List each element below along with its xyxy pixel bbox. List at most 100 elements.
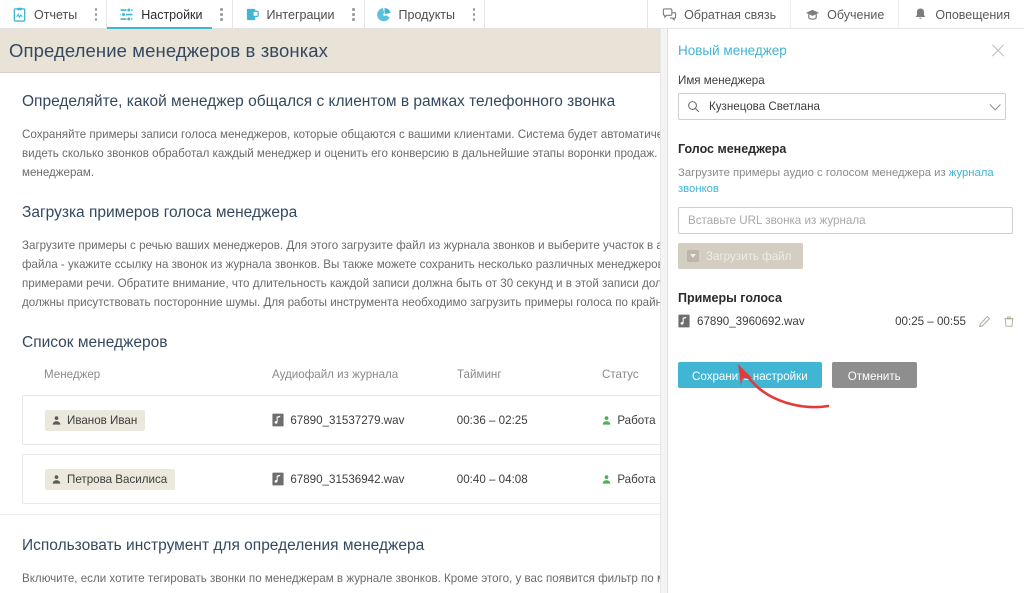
top-tab-bar: Отчеты Настройки Интеграции Продукты Обр…: [0, 0, 1024, 29]
audio-file-name: 67890_31536942.wav: [290, 472, 405, 486]
download-arrow-icon: [687, 250, 699, 262]
audio-file-name: 67890_31537279.wav: [290, 413, 405, 427]
page-title: Определение менеджеров в звонках: [9, 39, 329, 61]
clipboard-report-icon: [13, 7, 26, 22]
column-header-manager: Менеджер: [44, 368, 101, 381]
delete-trash-icon[interactable]: [1003, 315, 1015, 328]
edit-pencil-icon[interactable]: [978, 315, 991, 328]
voice-sample-time: 00:25 – 00:55: [895, 314, 966, 328]
feedback-icon: [662, 8, 677, 22]
table-row[interactable]: Иванов Иван 67890_31537279.wav 00:36 – 0…: [22, 395, 660, 445]
cancel-label: Отменить: [847, 369, 901, 383]
tab-integracii[interactable]: Интеграции: [233, 0, 344, 29]
upload-file-label: Загрузить файл: [706, 249, 792, 263]
sliders-settings-icon: [120, 7, 133, 22]
panel-title: Новый менеджер: [678, 43, 787, 58]
tab-label: Отчеты: [34, 7, 78, 22]
cell-audiofile: 67890_31537279.wav: [272, 413, 456, 427]
column-header-status: Статус: [602, 368, 639, 381]
bell-icon: [916, 8, 926, 19]
utility-tab-label: Обратная связь: [684, 7, 777, 22]
audio-file-icon: [272, 472, 284, 486]
tab-menu-produkty[interactable]: [464, 0, 484, 29]
panel-action-buttons: Сохранить настройки Отменить: [678, 362, 1006, 388]
app-root: Отчеты Настройки Интеграции Продукты Обр…: [0, 0, 1024, 593]
voice-sample-row: 67890_3960692.wav 00:25 – 00:55: [678, 314, 1015, 328]
utility-tab-training[interactable]: Обучение: [791, 0, 900, 29]
utility-tab-label: Обучение: [827, 7, 885, 22]
cell-status: Работа: [601, 414, 660, 427]
manager-name-select[interactable]: Кузнецова Светлана: [678, 93, 1006, 120]
tool-text: Включите, если хотите тегировать звонки …: [22, 572, 660, 585]
utility-tab-label: Оповещения: [935, 7, 1010, 22]
column-header-audiofile: Аудиофайл из журнала: [272, 368, 399, 381]
utility-tab-notifications[interactable]: Оповещения: [899, 0, 1024, 29]
tab-otchety[interactable]: Отчеты: [0, 0, 86, 29]
tab-menu-nastroyki[interactable]: [212, 0, 232, 29]
tab-label: Настройки: [141, 7, 203, 22]
tab-menu-otchety[interactable]: [86, 0, 106, 29]
manager-chip[interactable]: Иванов Иван: [45, 409, 146, 431]
pie-products-icon: [376, 7, 391, 22]
cell-timing: 00:40 – 04:08: [457, 473, 602, 486]
person-icon: [52, 415, 61, 425]
cell-status: Работа: [601, 473, 660, 486]
status-person-icon: [603, 415, 611, 425]
table-row[interactable]: Петрова Василиса 67890_31536942.wav 00:4…: [22, 454, 660, 504]
close-icon[interactable]: [990, 42, 1006, 58]
manager-name: Петрова Василиса: [67, 472, 168, 486]
cancel-button[interactable]: Отменить: [831, 362, 917, 388]
tab-label: Продукты: [398, 7, 456, 22]
panel-header: Новый менеджер: [678, 43, 1006, 58]
status-badge: Работа: [617, 413, 656, 427]
timing-value: 00:36 – 02:25: [456, 413, 528, 427]
utility-tabs: Обратная связь Обучение Оповещения: [647, 0, 1024, 29]
manager-name: Иванов Иван: [67, 413, 138, 427]
tab-produkty[interactable]: Продукты: [365, 0, 464, 29]
voice-sample-name: 67890_3960692.wav: [697, 314, 805, 328]
manager-chip[interactable]: Петрова Василиса: [45, 468, 176, 490]
cell-manager: Петрова Василиса: [23, 468, 272, 490]
manager-name-value: Кузнецова Светлана: [709, 100, 820, 113]
cell-manager: Иванов Иван: [23, 409, 272, 431]
new-manager-panel: Новый менеджер Имя менеджера Кузнецова С…: [668, 29, 1024, 593]
search-icon: [688, 101, 700, 113]
primary-tabs: Отчеты Настройки Интеграции Продукты: [0, 0, 486, 29]
page-header-band: Определение менеджеров в звонках: [0, 29, 660, 73]
tool-heading: Использовать инструмент для определения …: [22, 537, 425, 554]
save-settings-label: Сохранить настройки: [692, 369, 808, 383]
upload-text: Загрузите примеры с речью ваших менеджер…: [22, 239, 660, 309]
samples-heading: Примеры голоса: [678, 291, 782, 305]
tab-divider: [484, 0, 486, 28]
puzzle-integration-icon: [246, 8, 259, 21]
main-content: Определение менеджеров в звонках Определ…: [0, 29, 660, 593]
timing-value: 00:40 – 04:08: [456, 472, 528, 486]
list-heading: Список менеджеров: [22, 334, 168, 351]
chevron-down-icon: [989, 98, 1001, 111]
intro-text: Сохраняйте примеры записи голоса менедже…: [22, 128, 660, 179]
status-person-icon: [603, 474, 611, 484]
tab-label: Интеграции: [266, 7, 335, 22]
save-settings-button[interactable]: Сохранить настройки: [678, 362, 822, 388]
call-url-input[interactable]: Вставьте URL звонка из журнала: [678, 207, 1013, 234]
panel-divider-strip: [660, 29, 668, 593]
voice-heading: Голос менеджера: [678, 142, 787, 156]
upload-heading: Загрузка примеров голоса менеджера: [22, 204, 298, 221]
voice-hint-text: Загрузите примеры аудио с голосом менедж…: [678, 167, 949, 179]
utility-tab-feedback[interactable]: Обратная связь: [648, 0, 792, 29]
status-badge: Работа: [617, 472, 656, 486]
voice-hint: Загрузите примеры аудио с голосом менедж…: [678, 165, 1003, 197]
table-header-row: Менеджер Аудиофайл из журнала Тайминг Ст…: [22, 368, 660, 395]
intro-heading: Определяйте, какой менеджер общался с кл…: [22, 93, 616, 110]
upload-file-button[interactable]: Загрузить файл: [678, 243, 804, 269]
cell-timing: 00:36 – 02:25: [457, 414, 602, 427]
column-header-timing: Тайминг: [457, 368, 502, 381]
person-icon: [52, 474, 61, 484]
manager-name-label: Имя менеджера: [678, 74, 765, 87]
cell-audiofile: 67890_31536942.wav: [272, 472, 456, 486]
content-card: Определяйте, какой менеджер общался с кл…: [0, 93, 660, 593]
audio-file-icon: [678, 314, 690, 328]
tab-menu-integracii[interactable]: [344, 0, 364, 29]
tab-nastroyki[interactable]: Настройки: [107, 0, 212, 29]
graduation-cap-icon: [806, 9, 820, 20]
